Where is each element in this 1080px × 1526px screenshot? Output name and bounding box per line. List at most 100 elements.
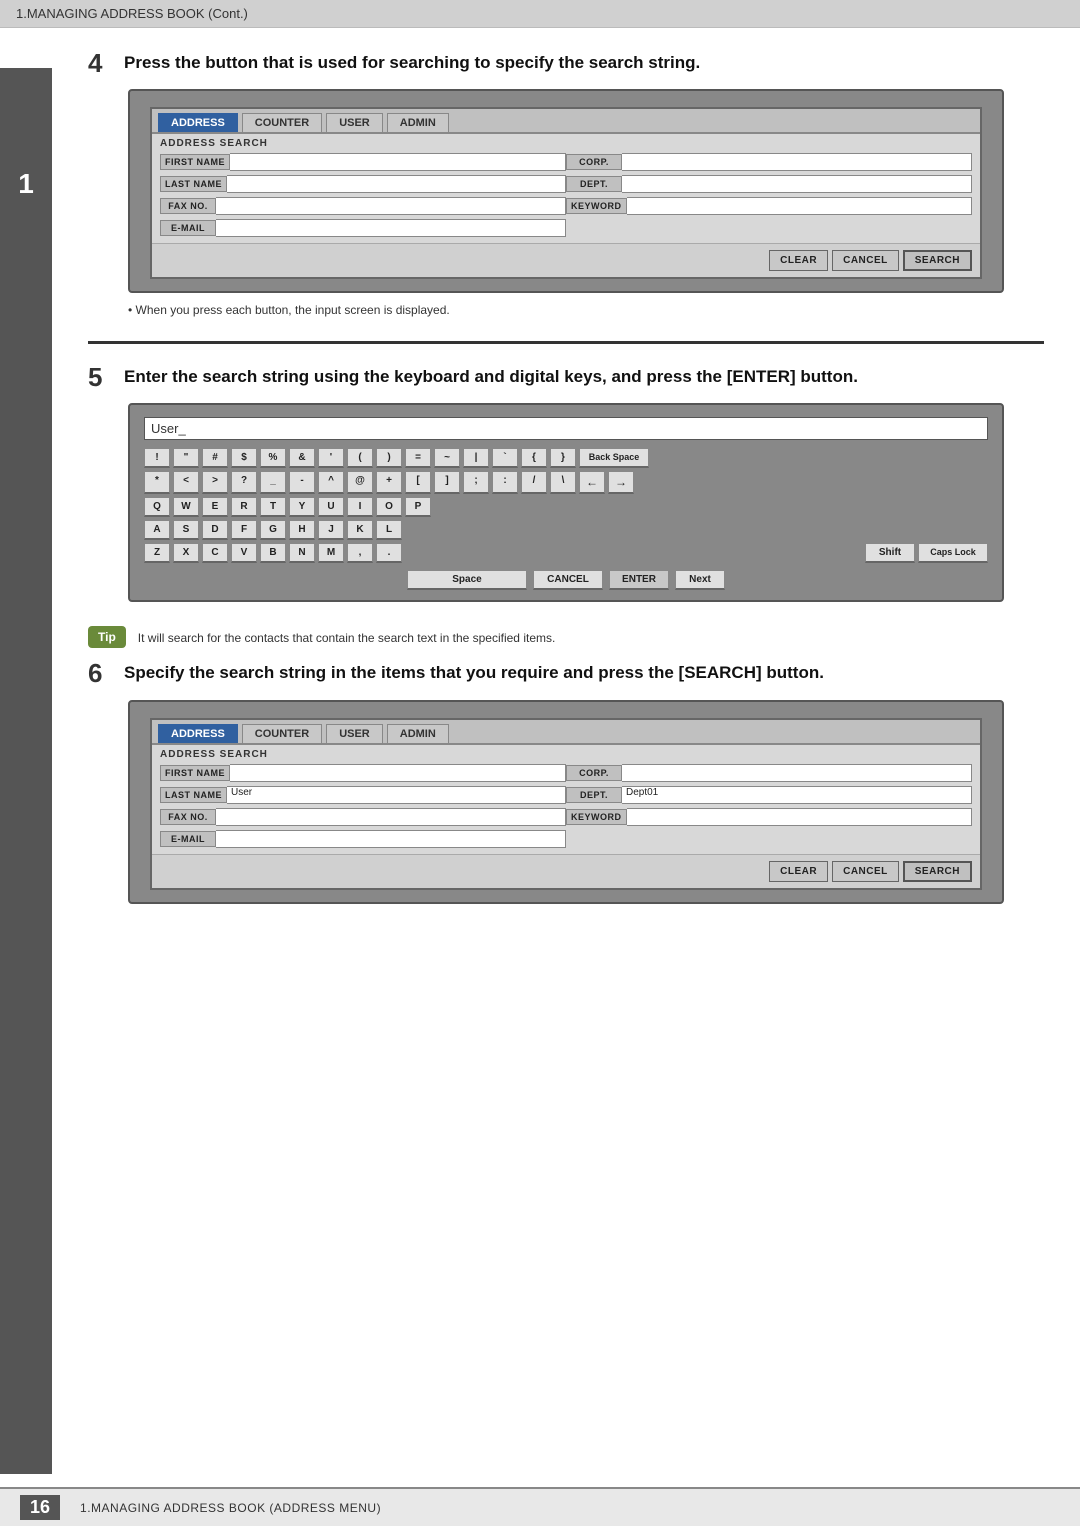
key-h[interactable]: H — [289, 520, 315, 540]
key-slash[interactable]: / — [521, 471, 547, 494]
key-k[interactable]: K — [347, 520, 373, 540]
search-button-2[interactable]: SEARCH — [903, 861, 972, 882]
key-rbracket[interactable]: ] — [434, 471, 460, 494]
tab-address-1[interactable]: ADDRESS — [158, 113, 238, 132]
key-minus[interactable]: - — [289, 471, 315, 494]
key-c[interactable]: C — [202, 543, 228, 563]
input-dept-1[interactable] — [622, 175, 972, 193]
key-quot[interactable]: " — [173, 448, 199, 468]
key-n[interactable]: N — [289, 543, 315, 563]
key-plus[interactable]: + — [376, 471, 402, 494]
search-button-1[interactable]: SEARCH — [903, 250, 972, 271]
key-r[interactable]: R — [231, 497, 257, 517]
key-z[interactable]: Z — [144, 543, 170, 563]
key-lbrace[interactable]: { — [521, 448, 547, 468]
key-left-arrow[interactable]: ← — [579, 471, 605, 494]
key-caret[interactable]: ^ — [318, 471, 344, 494]
key-lt[interactable]: < — [173, 471, 199, 494]
key-e[interactable]: E — [202, 497, 228, 517]
key-at[interactable]: @ — [347, 471, 373, 494]
key-star[interactable]: * — [144, 471, 170, 494]
key-rparen[interactable]: ) — [376, 448, 402, 468]
key-g[interactable]: G — [260, 520, 286, 540]
key-underscore[interactable]: _ — [260, 471, 286, 494]
input-lastname-1[interactable] — [227, 175, 566, 193]
caps-lock-key[interactable]: Caps Lock — [918, 543, 988, 563]
key-a[interactable]: A — [144, 520, 170, 540]
input-corp-1[interactable] — [622, 153, 972, 171]
key-s[interactable]: S — [173, 520, 199, 540]
key-colon[interactable]: : — [492, 471, 518, 494]
key-l[interactable]: L — [376, 520, 402, 540]
backspace-key[interactable]: Back Space — [579, 448, 649, 468]
input-firstname-2[interactable] — [230, 764, 566, 782]
tab-counter-1[interactable]: COUNTER — [242, 113, 322, 132]
key-right-arrow[interactable]: → — [608, 471, 634, 494]
space-key[interactable]: Space — [407, 570, 527, 590]
input-firstname-1[interactable] — [230, 153, 566, 171]
key-pipe[interactable]: | — [463, 448, 489, 468]
key-w[interactable]: W — [173, 497, 199, 517]
clear-button-2[interactable]: CLEAR — [769, 861, 828, 882]
key-excl[interactable]: ! — [144, 448, 170, 468]
step5-num: 5 — [88, 362, 124, 393]
key-d[interactable]: D — [202, 520, 228, 540]
input-keyword-1[interactable] — [627, 197, 973, 215]
key-hash[interactable]: # — [202, 448, 228, 468]
kb-cancel-key[interactable]: CANCEL — [533, 570, 603, 590]
key-v[interactable]: V — [231, 543, 257, 563]
key-i[interactable]: I — [347, 497, 373, 517]
key-f[interactable]: F — [231, 520, 257, 540]
key-tilde[interactable]: ~ — [434, 448, 460, 468]
key-gt[interactable]: > — [202, 471, 228, 494]
kb-row-2: * < > ? _ - ^ @ + [ ] ; : / \ ← → — [144, 471, 988, 494]
input-faxno-1[interactable] — [216, 197, 566, 215]
key-o[interactable]: O — [376, 497, 402, 517]
key-amp[interactable]: & — [289, 448, 315, 468]
key-b[interactable]: B — [260, 543, 286, 563]
key-apos[interactable]: ' — [318, 448, 344, 468]
tab-address-2[interactable]: ADDRESS — [158, 724, 238, 743]
enter-key[interactable]: ENTER — [609, 570, 669, 590]
tab-counter-2[interactable]: COUNTER — [242, 724, 322, 743]
key-percent[interactable]: % — [260, 448, 286, 468]
key-t[interactable]: T — [260, 497, 286, 517]
input-email-1[interactable] — [216, 219, 566, 237]
key-rbrace[interactable]: } — [550, 448, 576, 468]
key-backtick[interactable]: ` — [492, 448, 518, 468]
kb-row-3: Q W E R T Y U I O P — [144, 497, 988, 517]
key-m[interactable]: M — [318, 543, 344, 563]
key-x[interactable]: X — [173, 543, 199, 563]
key-semi[interactable]: ; — [463, 471, 489, 494]
key-question[interactable]: ? — [231, 471, 257, 494]
tab-admin-1[interactable]: ADMIN — [387, 113, 449, 132]
tab-admin-2[interactable]: ADMIN — [387, 724, 449, 743]
key-u[interactable]: U — [318, 497, 344, 517]
key-eq[interactable]: = — [405, 448, 431, 468]
input-dept-2[interactable]: Dept01 — [622, 786, 972, 804]
cancel-button-2[interactable]: CANCEL — [832, 861, 899, 882]
key-q[interactable]: Q — [144, 497, 170, 517]
left-sidebar: 1 — [0, 68, 52, 1474]
key-lbracket[interactable]: [ — [405, 471, 431, 494]
keyboard-input[interactable]: User_ — [144, 417, 988, 440]
input-email-2[interactable] — [216, 830, 566, 848]
input-lastname-2[interactable]: User — [227, 786, 566, 804]
shift-key[interactable]: Shift — [865, 543, 915, 563]
cancel-button-1[interactable]: CANCEL — [832, 250, 899, 271]
key-dollar[interactable]: $ — [231, 448, 257, 468]
key-comma[interactable]: , — [347, 543, 373, 563]
key-j[interactable]: J — [318, 520, 344, 540]
input-keyword-2[interactable] — [627, 808, 973, 826]
key-period[interactable]: . — [376, 543, 402, 563]
tab-user-1[interactable]: USER — [326, 113, 383, 132]
key-backslash[interactable]: \ — [550, 471, 576, 494]
input-corp-2[interactable] — [622, 764, 972, 782]
tab-user-2[interactable]: USER — [326, 724, 383, 743]
input-faxno-2[interactable] — [216, 808, 566, 826]
clear-button-1[interactable]: CLEAR — [769, 250, 828, 271]
key-lparen[interactable]: ( — [347, 448, 373, 468]
next-key[interactable]: Next — [675, 570, 725, 590]
key-p[interactable]: P — [405, 497, 431, 517]
key-y[interactable]: Y — [289, 497, 315, 517]
